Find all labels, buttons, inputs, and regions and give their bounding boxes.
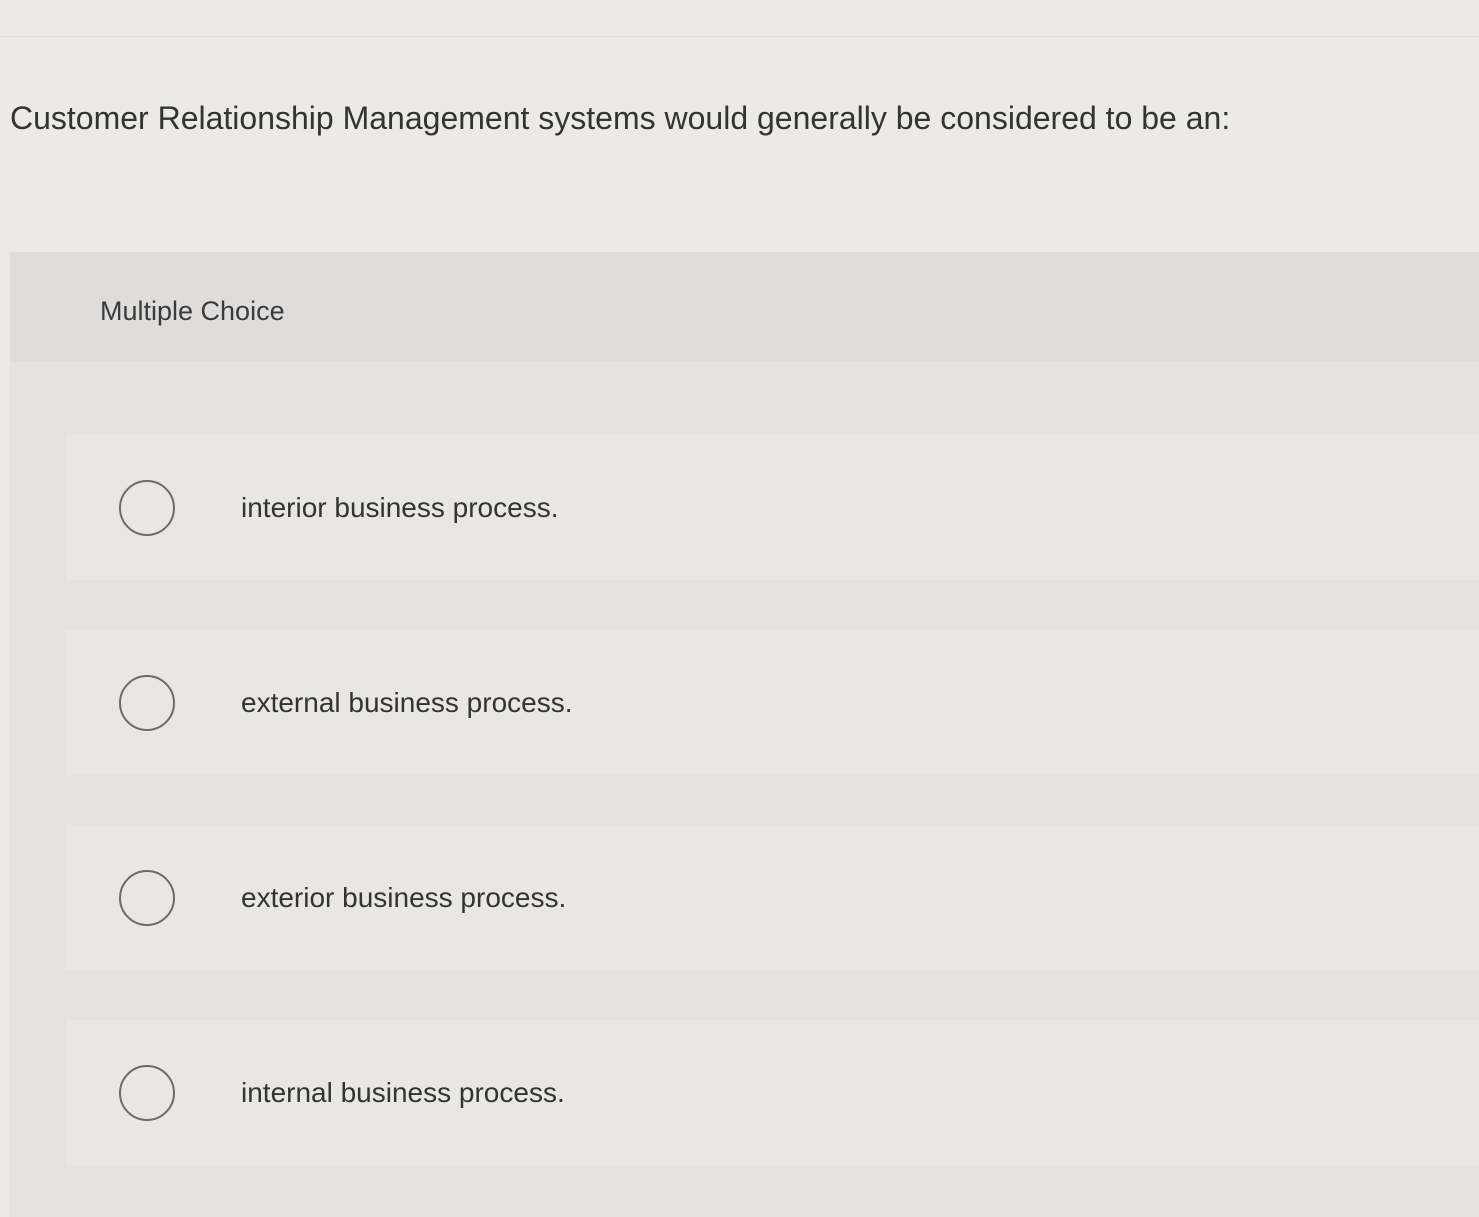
answer-option-1[interactable]: interior business process. — [66, 435, 1479, 580]
radio-button-icon[interactable] — [119, 1065, 175, 1121]
radio-button-icon[interactable] — [119, 480, 175, 536]
question-text: Customer Relationship Management systems… — [10, 100, 1231, 136]
radio-button-icon[interactable] — [119, 675, 175, 731]
radio-button-icon[interactable] — [119, 870, 175, 926]
answer-option-label: internal business process. — [241, 1077, 565, 1108]
top-divider — [0, 36, 1479, 37]
answer-panel-header: Multiple Choice — [10, 252, 1479, 362]
answer-option-label: external business process. — [241, 687, 573, 718]
question-type-label: Multiple Choice — [100, 296, 285, 326]
answer-option-label: interior business process. — [241, 492, 559, 523]
answer-panel: Multiple Choice interior business proces… — [10, 252, 1479, 1217]
answer-option-2[interactable]: external business process. — [66, 630, 1479, 775]
answer-option-3[interactable]: exterior business process. — [66, 825, 1479, 970]
answer-option-label: exterior business process. — [241, 882, 567, 913]
answer-option-4[interactable]: internal business process. — [66, 1020, 1479, 1165]
